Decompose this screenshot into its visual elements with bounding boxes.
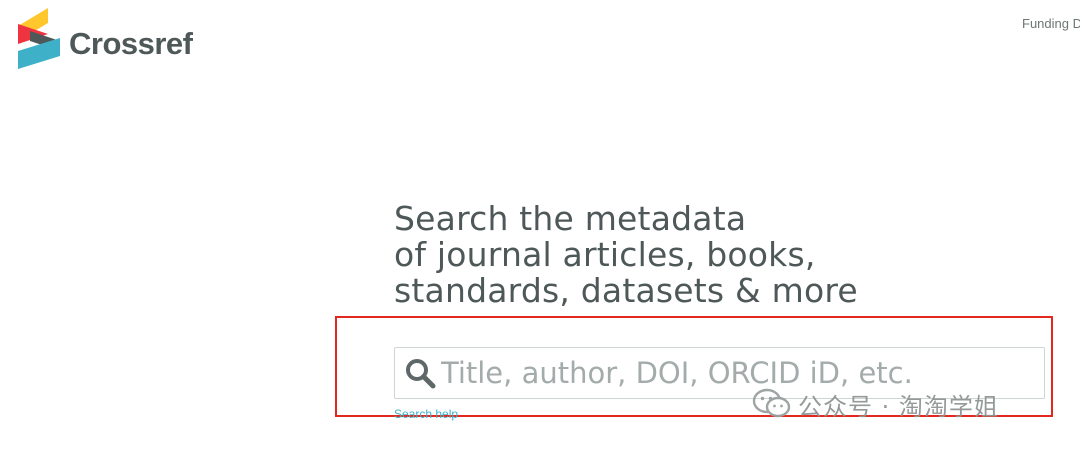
page-headline: Search the metadata of journal articles,…	[394, 201, 858, 309]
headline-line-1: Search the metadata	[394, 199, 747, 238]
funding-data-link[interactable]: Funding D	[1022, 16, 1080, 31]
wechat-icon	[752, 388, 791, 418]
watermark-text: 公众号 · 淘淘学姐	[798, 392, 999, 421]
crossref-logo-icon	[18, 8, 60, 69]
headline-line-2: of journal articles, books,	[394, 235, 816, 274]
logo-text: Crossref	[69, 26, 193, 61]
crossref-search-page: Crossref Funding D Search the metadata o…	[0, 0, 1080, 450]
headline-line-3: standards, datasets & more	[394, 271, 858, 310]
crossref-logo[interactable]: Crossref	[18, 8, 193, 72]
search-icon[interactable]	[403, 356, 437, 390]
wechat-watermark: 公众号 · 淘淘学姐	[752, 386, 999, 422]
search-help-link[interactable]: Search help	[394, 407, 458, 421]
